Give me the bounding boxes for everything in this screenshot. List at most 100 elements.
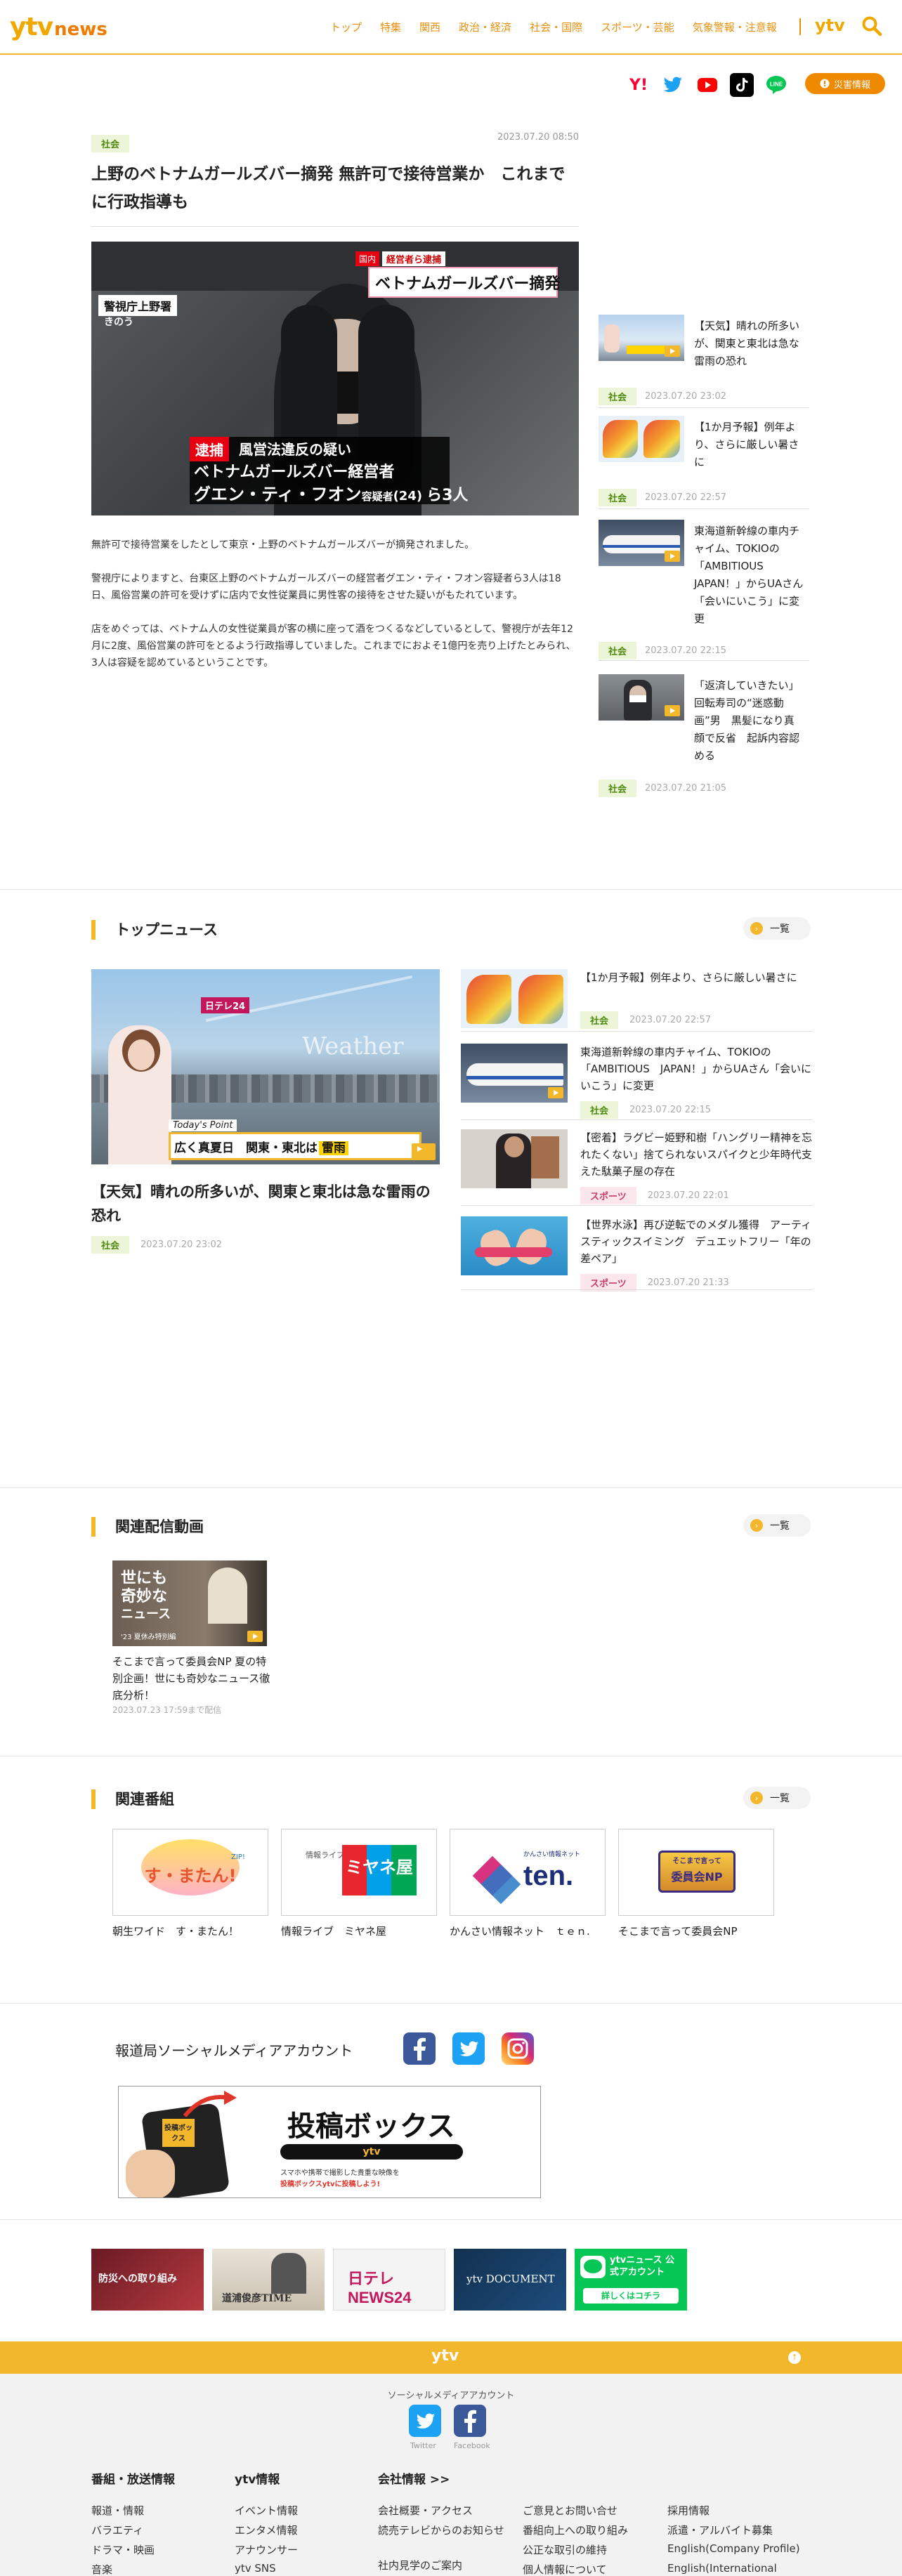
banner-ntv-news24[interactable]: 日テレNEWS24 bbox=[333, 2249, 445, 2311]
nav-item-weather[interactable]: 気象警報・注意報 bbox=[693, 20, 777, 34]
section-divider bbox=[0, 1487, 902, 1488]
top-news-item[interactable]: 東海道新幹線の車内チャイム、TOKIOの「AMBITIOUS JAPAN！」から… bbox=[461, 1044, 812, 1121]
footer-link[interactable]: 会社概要・アクセス bbox=[378, 2503, 473, 2518]
line-icon[interactable]: LINE bbox=[764, 73, 788, 97]
video-title[interactable]: そこまで言って委員会NP 夏の特別企画！世にも奇妙なニュース徹底分析！ bbox=[112, 1653, 271, 1704]
facebook-icon[interactable] bbox=[454, 2405, 486, 2437]
news-title: 【世界水泳】再び逆転でのメダル獲得 アーティスティックスイミング デュエットフリ… bbox=[580, 1218, 812, 1265]
footer-col-heading: 番組・放送情報 bbox=[91, 2473, 175, 2487]
footer-link[interactable]: ytv SNS bbox=[235, 2562, 276, 2575]
nav-item-top[interactable]: トップ bbox=[330, 20, 362, 34]
category-badge[interactable]: 社会 bbox=[91, 1236, 130, 1254]
instagram-icon[interactable] bbox=[502, 2032, 534, 2065]
footer-link[interactable]: English(Company Profile) bbox=[667, 2542, 800, 2555]
news-date: 2023.07.20 22:15 bbox=[629, 1105, 712, 1115]
disaster-info-button[interactable]: 災害情報 bbox=[805, 73, 885, 94]
banner-label: 道浦俊彦TIME bbox=[222, 2293, 292, 2304]
video-thumbnail[interactable]: 世にも 奇妙な ニュース '23 夏休み特別編 bbox=[112, 1560, 267, 1646]
search-icon[interactable] bbox=[861, 15, 882, 37]
sidebar-news-item[interactable]: 【天気】晴れの所多いが、関東と東北は急な雷雨の恐れ 社会 2023.07.20 … bbox=[599, 315, 809, 405]
category-badge[interactable]: 社会 bbox=[580, 1011, 619, 1029]
footer-link[interactable]: イベント情報 bbox=[235, 2503, 298, 2518]
toko-subtext: スマホや携帯で撮影した貴重な映像を bbox=[280, 2169, 400, 2177]
banner-label: ytv DOCUMENT bbox=[466, 2273, 555, 2285]
top-news-item[interactable]: 【世界水泳】再び逆転でのメダル獲得 アーティスティックスイミング デュエットフリ… bbox=[461, 1216, 812, 1294]
top-news-main-title[interactable]: 【天気】晴れの所多いが、関東と東北は急な雷雨の恐れ bbox=[91, 1180, 440, 1228]
nav-item-society[interactable]: 社会・国際 bbox=[530, 20, 582, 34]
footer-link[interactable]: アナウンサー bbox=[235, 2542, 298, 2557]
category-badge[interactable]: 社会 bbox=[599, 642, 637, 659]
play-icon bbox=[665, 346, 680, 357]
footer-link[interactable]: エンタメ情報 bbox=[235, 2523, 298, 2537]
news-thumbnail bbox=[461, 1216, 568, 1275]
footer-link[interactable]: English(International bbox=[667, 2562, 777, 2575]
footer-link[interactable]: 音楽 bbox=[91, 2562, 112, 2576]
toko-box-banner[interactable]: 投稿ボックス 投稿ボックス ytv スマホや携帯で撮影した貴重な映像を 投稿ボッ… bbox=[118, 2086, 541, 2198]
twitter-icon[interactable] bbox=[452, 2032, 485, 2065]
twitter-icon[interactable] bbox=[409, 2405, 441, 2437]
banner-ytv-document[interactable]: ytv DOCUMENT bbox=[454, 2249, 566, 2311]
divider bbox=[599, 407, 809, 408]
program-logo-subtext: ZIP! bbox=[231, 1853, 245, 1861]
divider bbox=[461, 1119, 812, 1120]
program-card[interactable]: ten. かんさい情報ネット かんさい情報ネット ｔｅｎ. bbox=[450, 1829, 606, 1940]
nav-item-kansai[interactable]: 関西 bbox=[419, 20, 440, 34]
footer-link[interactable]: 個人情報について bbox=[523, 2562, 607, 2576]
category-badge[interactable]: スポーツ bbox=[580, 1187, 636, 1204]
page-top-icon[interactable]: ↑ bbox=[788, 2351, 801, 2364]
twitter-icon[interactable] bbox=[661, 73, 685, 97]
category-badge[interactable]: 社会 bbox=[599, 388, 637, 405]
category-badge[interactable]: 社会 bbox=[580, 1101, 619, 1119]
footer-link[interactable]: 番組向上への取り組み bbox=[523, 2523, 628, 2537]
program-name: 朝生ワイド す・またん！ bbox=[112, 1925, 240, 1938]
nav-item-sports[interactable]: スポーツ・芸能 bbox=[601, 20, 674, 34]
site-logo[interactable]: ytvnews bbox=[10, 13, 107, 41]
top-news-item[interactable]: 【密着】ラグビー姫野和樹「ハングリー精神を忘れたくない」捨てられないスパイクと少… bbox=[461, 1129, 812, 1207]
banner-disaster-prevention[interactable]: 防災への取り組み bbox=[91, 2249, 204, 2311]
nav-ytv-link[interactable]: ytv bbox=[815, 15, 845, 35]
program-card[interactable]: 情報ライブ ミヤネ屋 情報ライブ ミヤネ屋 bbox=[281, 1829, 437, 1940]
news-thumbnail bbox=[599, 416, 684, 462]
footer-link[interactable]: 採用情報 bbox=[667, 2503, 710, 2518]
photo-suspect-name: グエン・ティ・フオン bbox=[194, 485, 362, 504]
footer-link[interactable]: 社内見学のご案内 bbox=[378, 2558, 462, 2572]
footer-link[interactable]: 読売テレビからのお知らせ bbox=[378, 2523, 511, 2538]
footer-logo[interactable]: ytv bbox=[431, 2347, 459, 2365]
footer-link[interactable]: ご意見とお問い合せ bbox=[523, 2503, 617, 2518]
nav-item-features[interactable]: 特集 bbox=[380, 20, 401, 34]
news-thumbnail bbox=[461, 969, 568, 1028]
programs-all-button[interactable]: › 一覧 bbox=[743, 1787, 811, 1809]
sidebar-news-item[interactable]: 【1か月予報】例年より、さらに厳しい暑さに 社会 2023.07.20 22:5… bbox=[599, 416, 809, 506]
footer-col-heading[interactable]: 会社情報 >> bbox=[378, 2469, 450, 2487]
social-accounts-label: 報道局ソーシャルメディアアカウント bbox=[115, 2042, 353, 2059]
tiktok-icon[interactable] bbox=[730, 73, 754, 97]
footer-link[interactable]: バラエティ bbox=[91, 2523, 143, 2537]
top-news-item[interactable]: 【1か月予報】例年より、さらに厳しい暑さに 社会 2023.07.20 22:5… bbox=[461, 969, 812, 1046]
article-category-badge[interactable]: 社会 bbox=[91, 135, 130, 152]
sidebar-news-item[interactable]: 「返済していきたい」回転寿司の“迷惑動画”男 黒髪になり真顔で反省 起訴内容認め… bbox=[599, 674, 809, 801]
banner-michiura-time[interactable]: 道浦俊彦TIME bbox=[212, 2249, 325, 2311]
top-news-all-button[interactable]: › 一覧 bbox=[743, 917, 811, 940]
sidebar-news-item[interactable]: 東海道新幹線の車内チャイム、TOKIOの「AMBITIOUS JAPAN！」から… bbox=[599, 520, 809, 659]
program-card[interactable]: そこまで言って 委員会NP そこまで言って委員会NP bbox=[618, 1829, 774, 1940]
article-paragraph: 無許可で接待営業をしたとして東京・上野のベトナムガールズバーが摘発されました。 bbox=[91, 539, 475, 551]
category-badge[interactable]: 社会 bbox=[599, 489, 637, 506]
program-card[interactable]: す・またん! ZIP! 朝生ワイド す・またん！ bbox=[112, 1829, 268, 1940]
nav-item-politics[interactable]: 政治・経済 bbox=[459, 20, 511, 34]
news-date: 2023.07.20 22:01 bbox=[647, 1190, 729, 1201]
footer-link[interactable]: 報道・情報 bbox=[91, 2503, 144, 2518]
all-label: 一覧 bbox=[770, 924, 790, 935]
youtube-icon[interactable] bbox=[695, 73, 719, 97]
nav-divider bbox=[799, 18, 801, 35]
videos-all-button[interactable]: › 一覧 bbox=[743, 1514, 811, 1537]
category-badge[interactable]: 社会 bbox=[599, 780, 637, 797]
play-icon bbox=[247, 1631, 263, 1642]
banner-label: ytvニュース 公式アカウント bbox=[610, 2255, 675, 2278]
banner-line-official[interactable]: ytvニュース 公式アカウント 詳しくはコチラ bbox=[575, 2249, 687, 2311]
footer-link[interactable]: ドラマ・映画 bbox=[91, 2542, 155, 2557]
footer-link[interactable]: 公正な取引の維持 bbox=[523, 2542, 607, 2557]
facebook-icon[interactable] bbox=[403, 2032, 436, 2065]
yahoo-icon[interactable]: Y! bbox=[627, 73, 651, 97]
top-news-main-image[interactable]: Weather 日テレ24 Today's Point 広く真夏日 関東・東北は… bbox=[91, 969, 440, 1164]
footer-link[interactable]: 派遣・アルバイト募集 bbox=[667, 2523, 773, 2537]
